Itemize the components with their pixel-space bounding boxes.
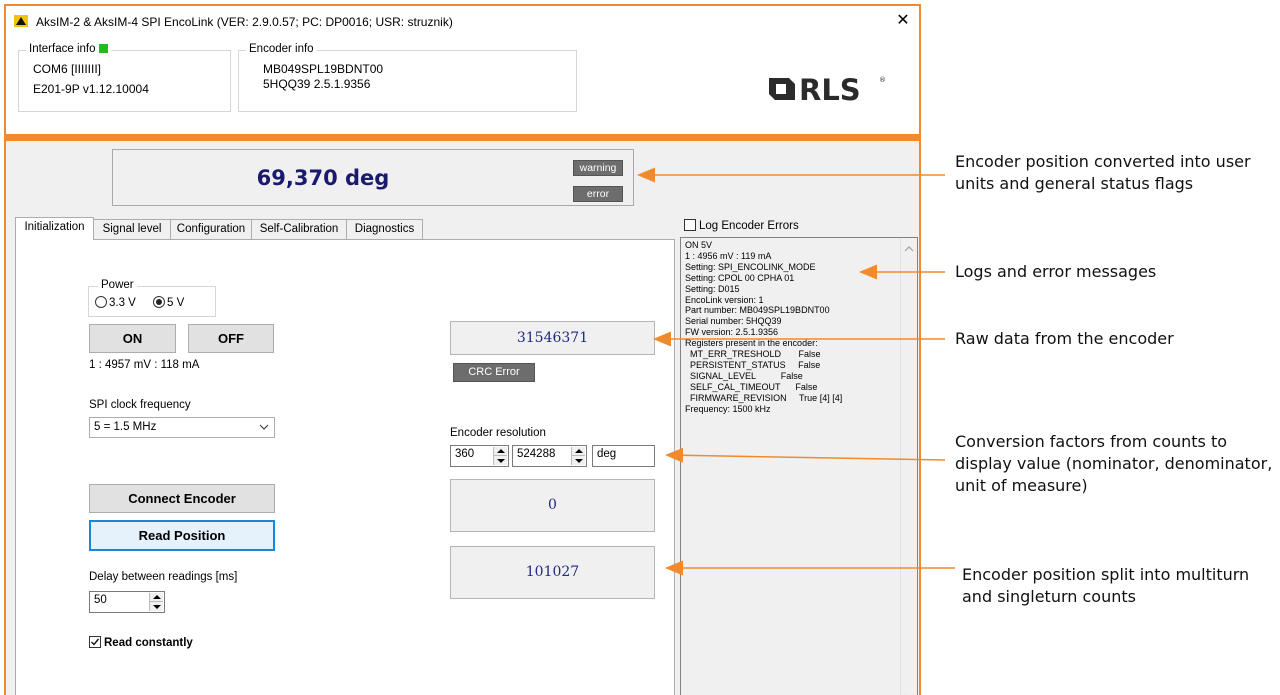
singleturn-display: 101027 [450, 546, 655, 599]
power-5v-label: 5 V [167, 297, 185, 309]
encoder-serial-version: 5HQQ39 2.5.1.9356 [263, 77, 371, 91]
app-icon [14, 15, 28, 27]
interface-info-legend: Interface info [29, 43, 96, 55]
title-bar: AksIM-2 & AksIM-4 SPI EncoLink (VER: 2.9… [6, 6, 919, 36]
port-label: COM6 [IIIIIII] [33, 62, 102, 76]
resolution-denominator-input[interactable]: 524288 [512, 445, 587, 467]
connect-encoder-button[interactable]: Connect Encoder [89, 484, 275, 513]
warning-flag: warning [573, 160, 623, 176]
log-panel[interactable]: ON 5V 1 : 4956 mV : 119 mA Setting: SPI_… [680, 237, 918, 695]
read-position-button[interactable]: Read Position [89, 520, 275, 551]
crc-error-badge: CRC Error [453, 363, 535, 382]
raw-data-display: 31546371 [450, 321, 655, 355]
encoder-info-group: Encoder info MB049SPL19BDNT00 5HQQ39 2.5… [238, 43, 577, 112]
checkbox-empty-icon [684, 219, 696, 231]
callout-log: Logs and error messages [955, 262, 1157, 281]
window-title: AksIM-2 & AksIM-4 SPI EncoLink (VER: 2.9… [36, 15, 453, 29]
resolution-unit-input[interactable]: deg [592, 445, 655, 467]
logo-text: RLS [799, 73, 861, 106]
power-off-button[interactable]: OFF [188, 324, 274, 353]
read-constantly-label: Read constantly [104, 637, 193, 649]
spin-down-icon[interactable] [494, 456, 507, 465]
tab-initialization[interactable]: Initialization [15, 217, 94, 240]
tab-signal-level[interactable]: Signal level [93, 219, 171, 239]
spin-up-icon[interactable] [572, 447, 585, 456]
callout-position: Encoder position converted into user uni… [955, 152, 1251, 193]
read-constantly-checkbox[interactable]: Read constantly [89, 636, 193, 649]
log-scrollbar[interactable] [900, 238, 917, 695]
radio-3v3-icon [95, 296, 107, 308]
nominator-value: 360 [455, 448, 475, 460]
radio-5v-icon [153, 296, 165, 308]
encoder-info-legend: Encoder info [246, 43, 317, 55]
delay-label: Delay between readings [ms] [89, 571, 238, 583]
tab-configuration[interactable]: Configuration [170, 219, 252, 239]
resolution-nominator-input[interactable]: 360 [450, 445, 509, 467]
position-value: 69,370 deg [256, 166, 390, 190]
chevron-down-icon [259, 424, 269, 430]
spi-frequency-select[interactable]: 5 = 1.5 MHz [89, 417, 275, 438]
power-on-button[interactable]: ON [89, 324, 176, 353]
multiturn-display: 0 [450, 479, 655, 532]
rls-logo: RLS ® [769, 73, 886, 106]
main-body: 69,370 deg warning error Initialization … [6, 141, 919, 695]
app-window: AksIM-2 & AksIM-4 SPI EncoLink (VER: 2.9… [4, 4, 921, 695]
spi-frequency-value: 5 = 1.5 MHz [94, 421, 157, 433]
log-text: ON 5V 1 : 4956 mV : 119 mA Setting: SPI_… [685, 240, 843, 414]
connection-status-icon [99, 44, 109, 54]
interface-firmware-label: E201-9P v1.12.10004 [33, 82, 149, 96]
unit-value: deg [597, 448, 617, 460]
header: Interface info COM6 [IIIIIII] E201-9P v1… [6, 36, 919, 134]
tab-self-calibration[interactable]: Self-Calibration [251, 219, 347, 239]
initialization-panel: Power 3.3 V 5 V ON OFF 1 : 4957 mV : 118… [15, 239, 675, 695]
spin-down-icon[interactable] [150, 602, 163, 611]
power-group: Power 3.3 V 5 V [88, 279, 216, 317]
log-errors-label: Log Encoder Errors [699, 220, 799, 232]
callout-raw: Raw data from the encoder [955, 329, 1174, 348]
delay-input[interactable]: 50 [89, 591, 165, 613]
tab-diagnostics[interactable]: Diagnostics [346, 219, 423, 239]
delay-value: 50 [94, 594, 107, 606]
power-3v3-radio[interactable]: 3.3 V [95, 296, 136, 309]
close-icon[interactable]: ✕ [893, 11, 913, 31]
interface-info-group: Interface info COM6 [IIIIIII] E201-9P v1… [18, 43, 231, 112]
power-readout: 1 : 4957 mV : 118 mA [89, 359, 200, 371]
position-display: 69,370 deg warning error [112, 149, 634, 206]
scroll-up-icon[interactable] [904, 244, 914, 254]
spi-frequency-label: SPI clock frequency [89, 399, 191, 411]
spin-up-icon[interactable] [150, 593, 163, 602]
accent-bar [6, 134, 919, 141]
power-3v3-label: 3.3 V [109, 297, 136, 309]
spin-up-icon[interactable] [494, 447, 507, 456]
denominator-value: 524288 [517, 448, 556, 460]
callout-conversion: Conversion factors from counts to displa… [955, 432, 1273, 495]
logo-registered: ® [879, 76, 886, 84]
log-errors-checkbox[interactable]: Log Encoder Errors [684, 219, 799, 232]
callout-counts: Encoder position split into multiturn an… [962, 565, 1250, 606]
encoder-part-number: MB049SPL19BDNT00 [263, 62, 384, 76]
checkbox-checked-icon [89, 636, 101, 648]
power-legend: Power [98, 279, 137, 291]
resolution-label: Encoder resolution [450, 427, 546, 439]
spin-down-icon[interactable] [572, 456, 585, 465]
error-flag: error [573, 186, 623, 202]
power-5v-radio[interactable]: 5 V [153, 296, 184, 309]
